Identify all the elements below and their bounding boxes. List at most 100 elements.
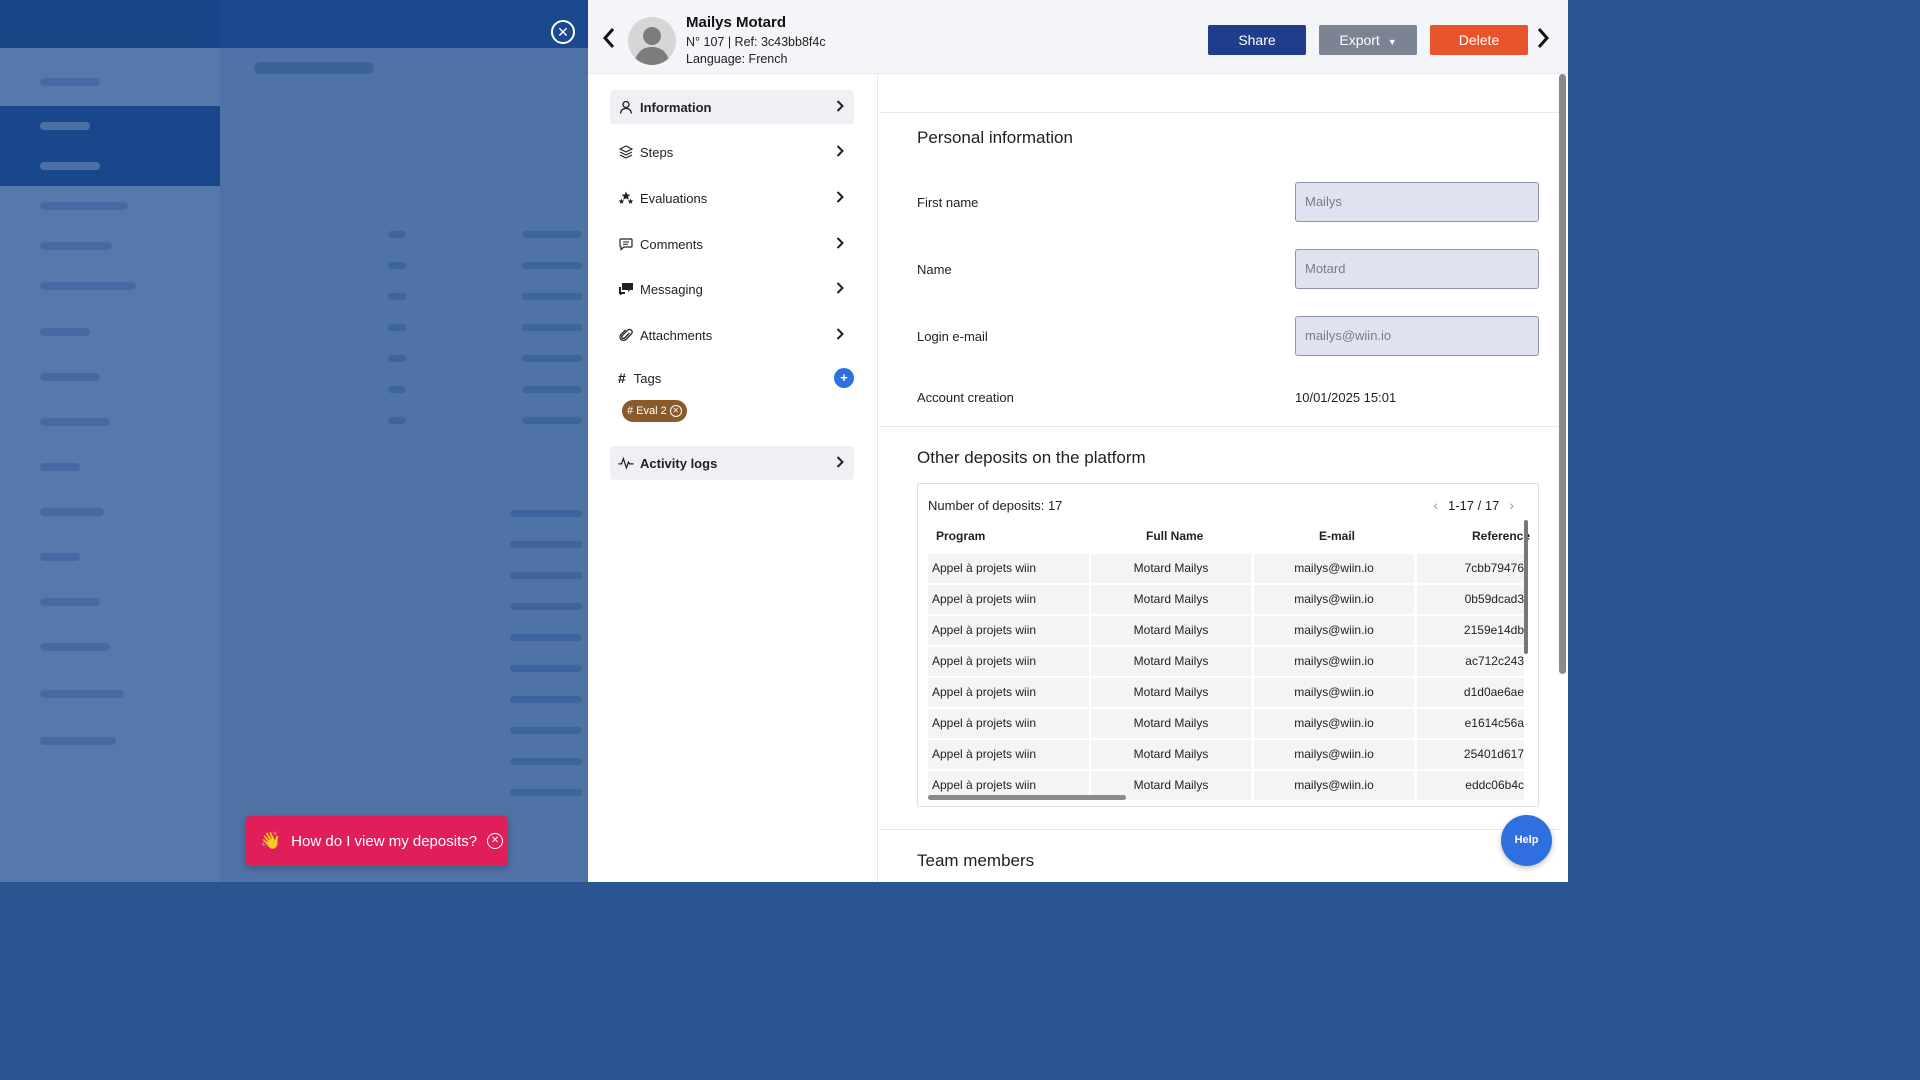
sidebar-item-label: Attachments	[640, 327, 713, 343]
cell-full-name: Motard Mailys	[1091, 740, 1251, 769]
delete-button[interactable]: Delete	[1430, 25, 1528, 55]
next-page-button[interactable]: ›	[1509, 497, 1514, 513]
table-row[interactable]: Appel à projets wiin Motard Mailys maily…	[928, 709, 1524, 738]
cell-program: Appel à projets wiin	[928, 616, 1089, 645]
help-toast[interactable]: 👋 How do I view my deposits? ✕	[246, 816, 508, 866]
first-name-field[interactable]: Mailys	[1295, 182, 1539, 222]
cell-program: Appel à projets wiin	[928, 585, 1089, 614]
panel-scrollbar[interactable]	[1559, 74, 1566, 674]
cell-reference: d1d0ae6ae	[1417, 678, 1524, 707]
table-horizontal-scrollbar[interactable]	[928, 795, 1126, 800]
table-row[interactable]: Appel à projets wiin Motard Mailys maily…	[928, 616, 1524, 645]
help-toast-text[interactable]: How do I view my deposits?	[291, 833, 477, 850]
sidebar-item-label: Comments	[640, 236, 703, 252]
modal-backdrop[interactable]	[0, 0, 588, 882]
sidebar-item-information[interactable]: Information	[610, 90, 854, 124]
profile-reference: N° 107 | Ref: 3c43bb8f4c	[686, 35, 826, 49]
sidebar-item-label: Evaluations	[640, 190, 708, 206]
sidebar-item-evaluations[interactable]: Evaluations	[610, 181, 854, 215]
next-record-button[interactable]	[1536, 27, 1550, 55]
profile-name: Mailys Motard	[686, 14, 787, 31]
column-header-email[interactable]: E-mail	[1319, 529, 1355, 543]
sidebar-item-attachments[interactable]: Attachments	[610, 318, 854, 352]
activity-icon	[618, 455, 634, 471]
table-row[interactable]: Appel à projets wiin Motard Mailys maily…	[928, 554, 1524, 583]
cell-email: mailys@wiin.io	[1254, 740, 1414, 769]
table-vertical-scrollbar[interactable]	[1524, 520, 1528, 654]
cell-program: Appel à projets wiin	[928, 678, 1089, 707]
tag-chip[interactable]: # Eval 2 ✕	[622, 400, 687, 422]
comment-icon	[618, 236, 634, 252]
close-icon: ✕	[557, 24, 569, 40]
chevron-right-icon	[836, 99, 844, 115]
team-members-title: Team members	[917, 851, 1035, 870]
chevron-right-icon	[836, 144, 844, 160]
cell-reference: e1614c56a	[1417, 709, 1524, 738]
pagination-range: 1-17 / 17	[1448, 497, 1500, 513]
table-row[interactable]: Appel à projets wiin Motard Mailys maily…	[928, 647, 1524, 676]
help-button[interactable]: Help	[1501, 815, 1552, 866]
cell-full-name: Motard Mailys	[1091, 585, 1251, 614]
cell-full-name: Motard Mailys	[1091, 709, 1251, 738]
add-tag-button[interactable]: +	[834, 368, 854, 388]
deposit-detail-panel: Mailys Motard N° 107 | Ref: 3c43bb8f4c L…	[588, 0, 1568, 882]
share-button[interactable]: Share	[1208, 25, 1306, 55]
column-header-full-name[interactable]: Full Name	[1146, 529, 1203, 543]
first-name-label: First name	[917, 195, 979, 210]
chevron-right-icon	[836, 281, 844, 297]
table-row[interactable]: Appel à projets wiin Motard Mailys maily…	[928, 740, 1524, 769]
name-label: Name	[917, 262, 952, 277]
sidebar-item-comments[interactable]: Comments	[610, 227, 854, 261]
account-creation-value: 10/01/2025 15:01	[1295, 390, 1397, 405]
messaging-icon	[618, 281, 634, 297]
name-field[interactable]: Motard	[1295, 249, 1539, 289]
cell-full-name: Motard Mailys	[1091, 616, 1251, 645]
caret-down-icon: ▼	[1387, 37, 1397, 47]
cell-reference: 25401d617	[1417, 740, 1524, 769]
tags-header: # Tags +	[618, 368, 854, 388]
deposits-table: Number of deposits: 17 ‹ 1-17 / 17 › Pro…	[917, 483, 1539, 807]
deposits-count: Number of deposits: 17	[928, 498, 1063, 513]
personal-information-title: Personal information	[917, 128, 1073, 147]
paperclip-icon	[618, 327, 634, 343]
panel-header: Mailys Motard N° 107 | Ref: 3c43bb8f4c L…	[588, 0, 1568, 74]
chevron-right-icon	[836, 455, 844, 471]
login-email-label: Login e-mail	[917, 329, 988, 344]
previous-page-button[interactable]: ‹	[1433, 497, 1438, 513]
sidebar-item-activity-logs[interactable]: Activity logs	[610, 446, 854, 480]
cell-email: mailys@wiin.io	[1254, 709, 1414, 738]
sidebar-item-steps[interactable]: Steps	[610, 135, 854, 169]
hashtag-icon: #	[618, 370, 626, 386]
cell-program: Appel à projets wiin	[928, 647, 1089, 676]
chevron-right-icon	[836, 236, 844, 252]
cell-full-name: Motard Mailys	[1091, 554, 1251, 583]
previous-record-button[interactable]	[602, 27, 616, 55]
user-silhouette-icon	[628, 17, 676, 65]
table-row[interactable]: Appel à projets wiin Motard Mailys maily…	[928, 585, 1524, 614]
close-panel-button[interactable]: ✕	[551, 20, 575, 44]
sidebar-item-label: Messaging	[640, 281, 703, 297]
table-row[interactable]: Appel à projets wiin Motard Mailys maily…	[928, 678, 1524, 707]
cell-full-name: Motard Mailys	[1091, 647, 1251, 676]
tag-label: # Eval 2	[627, 405, 667, 417]
cell-email: mailys@wiin.io	[1254, 616, 1414, 645]
chevron-right-icon	[836, 190, 844, 206]
chevron-right-icon	[836, 327, 844, 343]
login-email-field[interactable]: mailys@wiin.io	[1295, 316, 1539, 356]
remove-tag-icon[interactable]: ✕	[669, 405, 682, 417]
close-toast-button[interactable]: ✕	[487, 833, 504, 849]
profile-language: Language: French	[686, 52, 788, 66]
cell-reference: 7cbb79476	[1417, 554, 1524, 583]
cell-reference: 0b59dcad3	[1417, 585, 1524, 614]
chevron-left-icon	[602, 28, 615, 48]
column-header-reference[interactable]: Reference	[1472, 529, 1530, 543]
cell-program: Appel à projets wiin	[928, 709, 1089, 738]
cell-full-name: Motard Mailys	[1091, 678, 1251, 707]
avatar	[628, 17, 676, 65]
export-button[interactable]: Export ▼	[1319, 25, 1417, 55]
user-icon	[618, 99, 634, 115]
cell-reference: 2159e14db	[1417, 616, 1524, 645]
cell-email: mailys@wiin.io	[1254, 585, 1414, 614]
column-header-program[interactable]: Program	[936, 529, 985, 543]
sidebar-item-messaging[interactable]: Messaging	[610, 272, 854, 306]
